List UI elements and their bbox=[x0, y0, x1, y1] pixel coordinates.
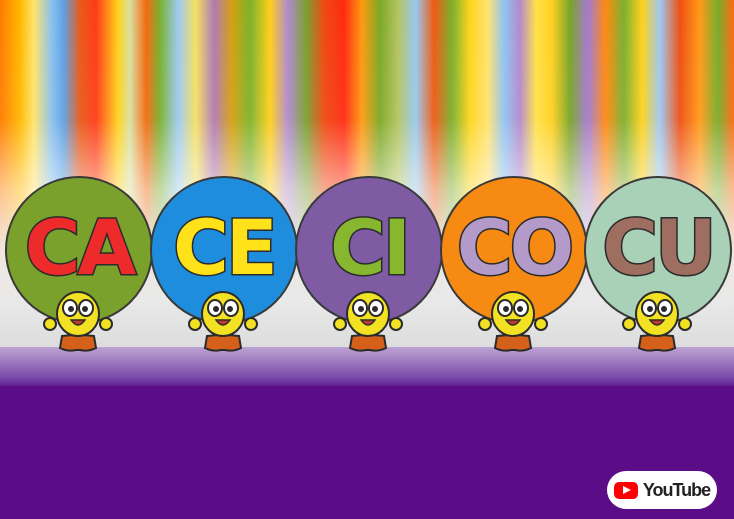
syllable-text: CE bbox=[172, 202, 280, 294]
syllable-text: CI bbox=[328, 202, 412, 294]
syllable-text: CU bbox=[601, 202, 719, 294]
youtube-play-icon bbox=[613, 481, 638, 499]
syllable-card: CO bbox=[440, 176, 588, 352]
smiling-yellow-character-icon bbox=[333, 291, 403, 352]
syllable-card: CA bbox=[5, 176, 153, 352]
syllable-card: CI bbox=[295, 176, 443, 352]
smiling-yellow-character-icon bbox=[622, 291, 692, 352]
youtube-label: YouTube bbox=[642, 479, 711, 500]
syllable-card: CU bbox=[584, 176, 732, 352]
youtube-watermark[interactable]: YouTube bbox=[607, 471, 717, 509]
smiling-yellow-character-icon bbox=[43, 291, 113, 352]
smiling-yellow-character-icon bbox=[188, 291, 258, 352]
syllable-card: CE bbox=[150, 176, 298, 352]
syllable-text: CA bbox=[23, 202, 138, 294]
smiling-yellow-character-icon bbox=[478, 291, 548, 352]
syllable-text: CO bbox=[455, 202, 575, 294]
